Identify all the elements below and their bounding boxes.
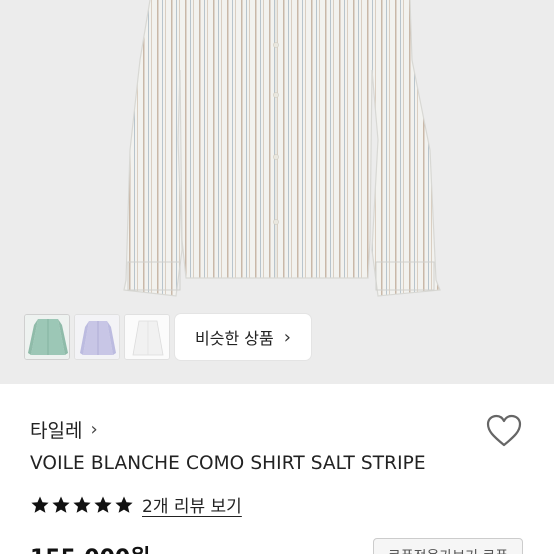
star-icon [115,496,133,513]
similar-products-label: 비슷한 상품 [195,329,274,348]
star-icon [31,496,49,513]
coupon-button[interactable]: 쿠폰적용가보기 쿠폰 [373,538,523,554]
product-image[interactable]: 비슷한 상품 › [0,0,554,384]
star-icon [94,496,112,513]
thumbnail-white[interactable] [124,314,170,360]
thumbnail-image [25,315,69,359]
star-icon [52,496,70,513]
star-rating [30,495,134,515]
rating-row: 2개 리뷰 보기 [30,492,242,517]
thumbnail-image [75,315,119,359]
chevron-right-icon: › [90,419,98,440]
price: 155,000원 [30,540,150,554]
heart-outline-icon[interactable] [486,414,522,448]
chevron-right-icon: › [283,326,291,348]
product-title: VOILE BLANCHE COMO SHIRT SALT STRIPE [30,453,426,474]
thumbnail-strip [24,314,170,360]
brand-name: 타일레 [30,420,83,442]
similar-products-button[interactable]: 비슷한 상품 › [175,314,311,360]
thumbnail-mint[interactable] [24,314,70,360]
thumbnail-image [125,315,169,359]
review-link[interactable]: 2개 리뷰 보기 [142,492,242,517]
brand-link[interactable]: 타일레 › [30,416,98,443]
product-info: 타일레 › VOILE BLANCHE COMO SHIRT SALT STRI… [0,384,554,554]
thumbnail-lavender[interactable] [74,314,120,360]
star-icon [73,496,91,513]
